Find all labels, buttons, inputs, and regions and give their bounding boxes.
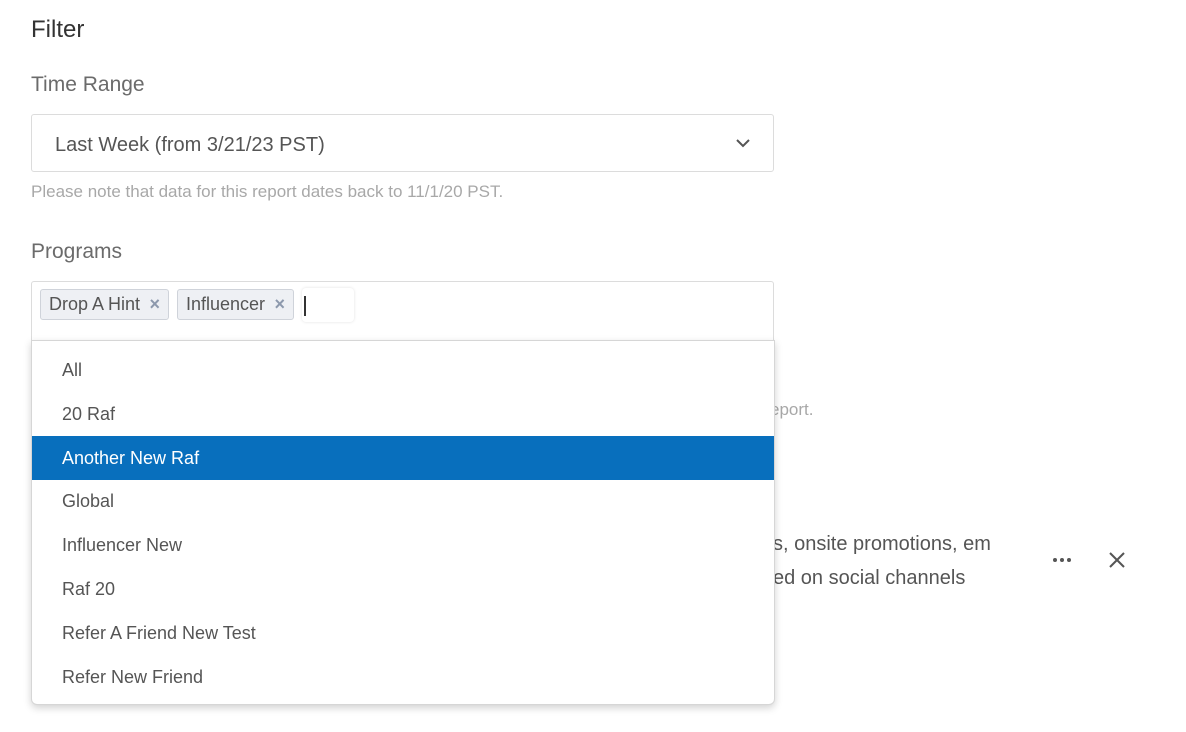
chip-remove-icon[interactable]: × [149, 290, 160, 319]
programs-multiselect[interactable]: Drop A Hint × Influencer × [31, 281, 774, 341]
dropdown-option[interactable]: Refer New Friend [32, 655, 774, 699]
dropdown-option[interactable]: All [32, 348, 774, 392]
programs-hint-partial: eport. [770, 400, 814, 419]
filter-panel: eport. s, onsite promotions, em ed on so… [0, 0, 1186, 732]
more-horizontal-icon[interactable] [1050, 548, 1074, 572]
description-line-1-partial: s, onsite promotions, em [773, 533, 991, 555]
chevron-down-icon [736, 139, 750, 148]
programs-search-input[interactable] [302, 288, 354, 322]
time-range-note: Please note that data for this report da… [31, 182, 504, 201]
dropdown-option[interactable]: Influencer New [32, 523, 774, 567]
dropdown-option-highlighted[interactable]: Another New Raf [32, 436, 774, 480]
chip-remove-icon[interactable]: × [274, 290, 285, 319]
close-icon[interactable] [1107, 550, 1127, 570]
time-range-select[interactable]: Last Week (from 3/21/23 PST) [31, 114, 774, 172]
programs-dropdown: All 20 Raf Another New Raf Global Influe… [31, 340, 775, 705]
dropdown-option[interactable]: Refer A Friend New Test [32, 611, 774, 655]
chip-label: Drop A Hint [49, 294, 141, 314]
dropdown-option[interactable]: Raf 20 [32, 567, 774, 611]
dropdown-option[interactable]: Global [32, 479, 774, 523]
text-caret [304, 296, 306, 316]
description-line-2-partial: ed on social channels [773, 567, 966, 589]
dropdown-option[interactable]: 20 Raf [32, 392, 774, 436]
time-range-label: Time Range [31, 73, 145, 96]
chip-label: Influencer [186, 294, 266, 314]
program-chip: Drop A Hint × [40, 289, 169, 320]
program-chip: Influencer × [177, 289, 294, 320]
time-range-value: Last Week (from 3/21/23 PST) [55, 134, 325, 156]
programs-label: Programs [31, 240, 123, 263]
filter-title: Filter [31, 16, 85, 43]
